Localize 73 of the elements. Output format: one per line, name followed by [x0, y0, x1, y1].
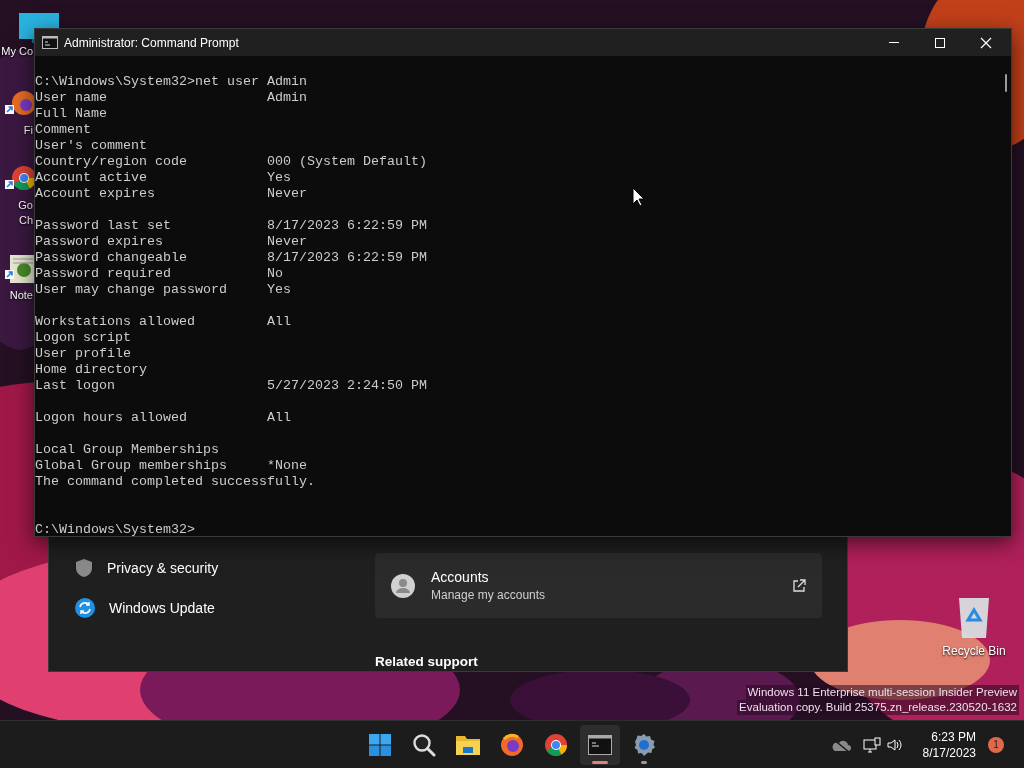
- taskbar-app-button[interactable]: [580, 724, 620, 765]
- monitor-icon: [862, 736, 881, 753]
- search-icon: [412, 732, 436, 757]
- command-line: C:\Windows\System32>net user Admin: [35, 74, 307, 90]
- gear-icon: [632, 732, 656, 757]
- field-label: User may change password: [35, 282, 227, 297]
- field-value: Never: [266, 234, 307, 250]
- field-value: Yes: [266, 170, 291, 186]
- external-link-icon: [792, 578, 806, 593]
- speaker-icon: [886, 737, 903, 752]
- field-label: Password changeable: [35, 250, 187, 265]
- sync-icon: [75, 598, 95, 618]
- mouse-pointer-icon: [632, 187, 645, 207]
- field-value: Yes: [266, 282, 291, 298]
- field-label: Full Name: [35, 106, 107, 121]
- card-title: Accounts: [431, 569, 490, 585]
- window-title: Administrator: Command Prompt: [64, 35, 240, 50]
- field-label: Country/region code: [35, 154, 187, 169]
- notification-badge[interactable]: 1: [988, 736, 1004, 753]
- chrome-icon: [544, 732, 568, 757]
- field-value: 8/17/2023 6:22:59 PM: [266, 218, 427, 234]
- field-label: User's comment: [35, 138, 147, 153]
- watermark-text: Windows 11 Enterprise multi-session Insider Preview: [745, 685, 1019, 700]
- field-label: Local Group Memberships: [35, 442, 219, 457]
- field-label: Home directory: [35, 362, 147, 377]
- field-label: Account active: [35, 170, 147, 185]
- field-label: User name: [35, 90, 107, 105]
- desktop-icon-label[interactable]: Note: [0, 288, 33, 303]
- desktop-icon-label[interactable]: Ch: [0, 213, 33, 228]
- field-value: All: [266, 410, 291, 426]
- nav-item[interactable]: Windows Update: [75, 596, 375, 620]
- field-value: 5/27/2023 2:24:50 PM: [266, 378, 427, 394]
- field-label: Logon hours allowed: [35, 410, 187, 425]
- scrollbar-thumb[interactable]: [1005, 74, 1007, 92]
- field-label: Workstations allowed: [35, 314, 195, 329]
- console-message: The command completed successfully.: [35, 474, 315, 490]
- command-prompt: C:\Windows\System32>: [35, 522, 195, 538]
- section-heading: Related support: [375, 654, 479, 669]
- field-value: Never: [266, 186, 307, 202]
- field-value: *None: [266, 458, 307, 474]
- shield-icon: [75, 558, 93, 578]
- field-label: Comment: [35, 122, 91, 137]
- desktop-icon-label[interactable]: My Co: [0, 44, 33, 59]
- start-icon: [368, 732, 392, 757]
- terminal-icon: [588, 734, 612, 755]
- field-label: User profile: [35, 346, 131, 361]
- desktop-icon-label[interactable]: Fi: [0, 123, 33, 138]
- maximize-icon: [934, 36, 946, 49]
- field-value: Admin: [266, 90, 307, 106]
- field-label: Password required: [35, 266, 171, 281]
- close-icon: [980, 36, 992, 49]
- card-subtitle: Manage my accounts: [431, 588, 547, 602]
- desktop-icon-label[interactable]: Recycle Bin: [942, 644, 1006, 658]
- field-label: Password last set: [35, 218, 171, 233]
- field-label: Last logon: [35, 378, 115, 393]
- desktop-icon-label[interactable]: Go: [0, 198, 33, 213]
- minimize-icon: [888, 42, 900, 43]
- field-value: 8/17/2023 6:22:59 PM: [266, 250, 427, 266]
- field-label: Logon script: [35, 330, 131, 345]
- terminal-icon: [42, 36, 58, 49]
- nav-item[interactable]: Privacy & security: [75, 556, 375, 580]
- settings-card[interactable]: Accounts Manage my accounts: [375, 553, 822, 618]
- field-label: Global Group memberships: [35, 458, 227, 473]
- field-label: Account expires: [35, 186, 155, 201]
- watermark-text: Evaluation copy. Build 25375.zn_release.230520-1632: [737, 700, 1019, 715]
- firefox-icon: [500, 732, 524, 757]
- field-label: Password expires: [35, 234, 163, 249]
- field-value: 000 (System Default): [266, 154, 427, 170]
- field-value: All: [266, 314, 291, 330]
- field-value: No: [266, 266, 283, 282]
- clock[interactable]: 6:23 PM 8/17/2023: [918, 728, 980, 761]
- crossed-cloud-icon: [830, 737, 851, 752]
- user-avatar-icon: [391, 573, 415, 598]
